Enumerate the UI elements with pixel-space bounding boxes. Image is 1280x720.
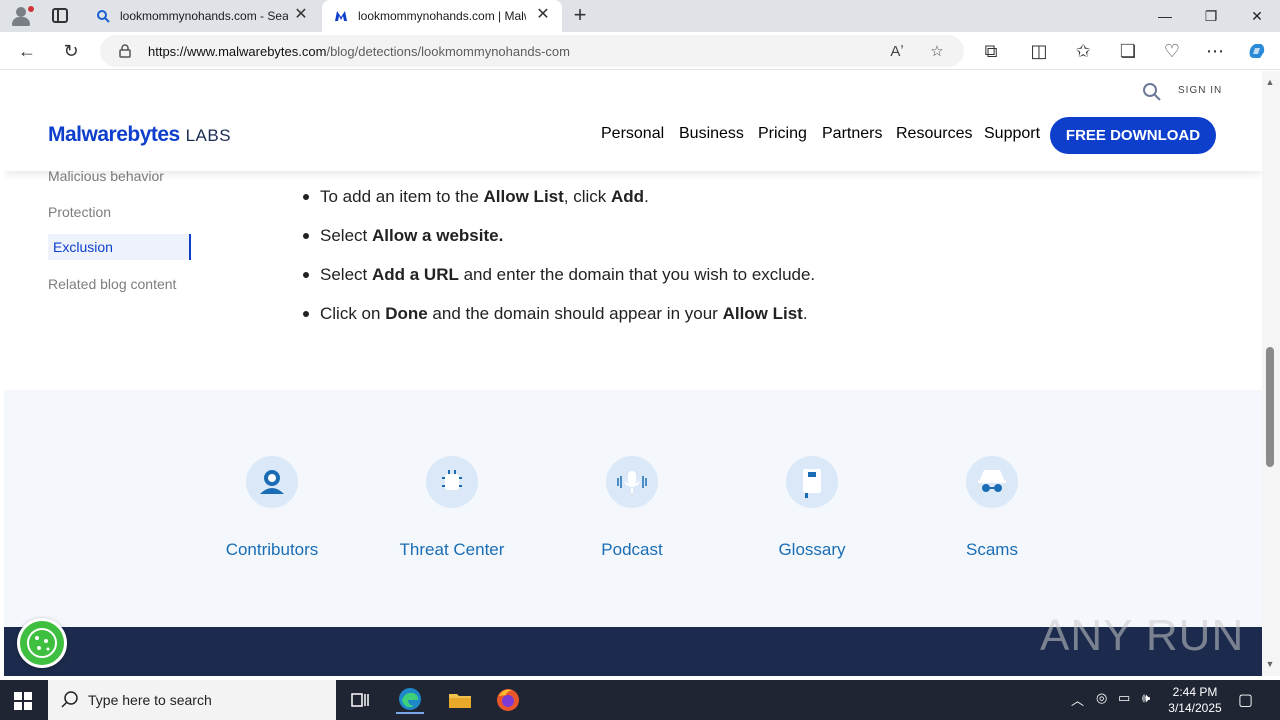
scams-icon <box>966 456 1018 508</box>
list-item: To add an item to the Allow List, click … <box>302 187 815 226</box>
search-icon[interactable] <box>1142 82 1162 102</box>
back-icon[interactable]: ← <box>14 38 40 64</box>
footer-link-contributors[interactable]: Contributors <box>192 456 352 560</box>
read-aloud-icon[interactable]: Aʼ <box>886 41 908 63</box>
extensions-icon[interactable]: ⧉ <box>978 38 1004 64</box>
malwarebytes-logo-icon <box>335 11 347 21</box>
list-item: Select Allow a website. <box>302 226 815 265</box>
tab-malwarebytes[interactable]: lookmommynohands.com | Malwarebytes ✕ <box>322 0 562 32</box>
task-view-icon[interactable] <box>346 686 374 714</box>
footer-link-scams[interactable]: Scams <box>912 456 1072 560</box>
nav-personal[interactable]: Personal <box>601 125 664 143</box>
notifications-icon[interactable]: ▢ <box>1238 690 1253 710</box>
clock-time: 2:44 PM <box>1172 685 1218 699</box>
new-tab-button[interactable]: + <box>568 4 592 28</box>
refresh-icon[interactable]: ↻ <box>58 38 84 64</box>
edge-taskbar-icon[interactable] <box>396 686 424 714</box>
lock-icon[interactable] <box>118 44 132 58</box>
favorite-star-icon[interactable]: ☆ <box>926 41 948 63</box>
clock-date: 3/14/2025 <box>1168 701 1222 715</box>
sidebar-item-related-blog-content[interactable]: Related blog content <box>48 276 176 292</box>
file-explorer-icon[interactable] <box>446 686 474 714</box>
logo-main-text: Malwarebytes <box>48 123 180 146</box>
footer-link-label: Contributors <box>225 540 319 559</box>
footer-link-threat-center[interactable]: Threat Center <box>372 456 532 560</box>
footer-link-label: Scams <box>966 540 1018 559</box>
sign-in-link[interactable]: SIGN IN <box>1178 85 1222 96</box>
split-screen-icon[interactable]: ◫ <box>1026 38 1052 64</box>
malwarebytes-labs-logo[interactable]: Malwarebytes LABS <box>48 123 231 147</box>
footer-link-podcast[interactable]: Podcast <box>552 456 712 560</box>
nav-support[interactable]: Support <box>984 125 1040 143</box>
copilot-icon[interactable] <box>1244 38 1270 64</box>
tab-title: lookmommynohands.com | Malwarebytes <box>358 9 526 23</box>
meet-now-icon[interactable]: ◎ <box>1096 690 1107 706</box>
taskbar-search-placeholder: Type here to search <box>88 692 212 708</box>
footer-link-label: Podcast <box>601 540 663 559</box>
sidebar-item-exclusion[interactable]: Exclusion <box>48 234 191 260</box>
tab-title: lookmommynohands.com - Search <box>120 9 288 23</box>
url-host: https://www.malwarebytes.com <box>148 44 327 59</box>
threat-center-icon <box>426 456 478 508</box>
search-icon <box>61 691 78 708</box>
anyrun-watermark: ANY RUN <box>1040 611 1245 660</box>
maximize-button[interactable]: ❐ <box>1188 0 1234 32</box>
taskbar-search-box[interactable]: Type here to search <box>48 680 336 720</box>
favorites-icon[interactable]: ✩ <box>1070 38 1096 64</box>
windows-taskbar: Type here to search ︿ ◎ ▭ 🕪 2:44 PM 3/14… <box>0 680 1280 720</box>
taskbar-clock[interactable]: 2:44 PM 3/14/2025 <box>1162 684 1228 716</box>
search-icon <box>97 10 110 23</box>
windows-start-icon[interactable] <box>14 692 32 710</box>
nav-business[interactable]: Business <box>679 125 744 143</box>
url-path: /blog/detections/lookmommynohands-com <box>326 44 570 59</box>
page-scrollbar[interactable]: ▲ ▼ <box>1262 71 1280 676</box>
nav-partners[interactable]: Partners <box>822 125 882 143</box>
close-window-button[interactable]: ✕ <box>1234 0 1280 32</box>
close-tab-icon[interactable]: ✕ <box>292 6 310 24</box>
sidebar-item-protection[interactable]: Protection <box>48 204 111 220</box>
cookie-icon <box>27 628 57 658</box>
scroll-up-icon[interactable]: ▲ <box>1265 77 1275 87</box>
cookie-settings-button[interactable] <box>17 618 67 668</box>
list-item: Select Add a URL and enter the domain th… <box>302 265 815 304</box>
profile-icon[interactable] <box>8 4 34 28</box>
exclusion-steps-list: To add an item to the Allow List, click … <box>302 187 815 343</box>
footer-link-glossary[interactable]: Glossary <box>732 456 892 560</box>
firefox-icon[interactable] <box>494 686 522 714</box>
footer-link-label: Threat Center <box>399 540 505 559</box>
network-icon[interactable]: ▭ <box>1118 690 1130 706</box>
browser-tab-bar: lookmommynohands.com - Search ✕ lookmomm… <box>0 0 1280 32</box>
minimize-button[interactable]: — <box>1142 0 1188 32</box>
podcast-icon <box>606 456 658 508</box>
site-header: Malwarebytes LABS SIGN IN Personal Busin… <box>4 71 1262 171</box>
tray-overflow-icon[interactable]: ︿ <box>1071 690 1084 709</box>
footer-link-label: Glossary <box>778 540 846 559</box>
contributor-icon <box>246 456 298 508</box>
scroll-down-icon[interactable]: ▼ <box>1265 659 1275 669</box>
address-bar[interactable]: https://www.malwarebytes.com/blog/detect… <box>100 35 964 67</box>
glossary-icon <box>786 456 838 508</box>
close-tab-icon[interactable]: ✕ <box>534 6 552 24</box>
tab-actions-icon[interactable] <box>52 8 68 23</box>
collections-icon[interactable]: ❏ <box>1115 38 1141 64</box>
free-download-button[interactable]: FREE DOWNLOAD <box>1050 117 1216 154</box>
scrollbar-thumb[interactable] <box>1266 347 1274 467</box>
more-menu-icon[interactable]: ⋯ <box>1202 38 1228 64</box>
logo-labs-text: LABS <box>185 126 232 145</box>
browser-essentials-icon[interactable]: ♡ <box>1159 38 1185 64</box>
nav-resources[interactable]: Resources <box>896 125 972 143</box>
url-text[interactable]: https://www.malwarebytes.com/blog/detect… <box>148 44 570 59</box>
page-viewport: Malwarebytes LABS SIGN IN Personal Busin… <box>4 71 1262 676</box>
resource-links-section: Contributors Threat Center Podcast Gloss… <box>4 390 1262 627</box>
browser-toolbar: ← ↻ https://www.malwarebytes.com/blog/de… <box>0 32 1280 70</box>
list-item: Click on Done and the domain should appe… <box>302 304 815 343</box>
tab-search[interactable]: lookmommynohands.com - Search ✕ <box>84 0 320 32</box>
volume-icon[interactable]: 🕪 <box>1142 690 1150 706</box>
nav-pricing[interactable]: Pricing <box>758 125 807 143</box>
